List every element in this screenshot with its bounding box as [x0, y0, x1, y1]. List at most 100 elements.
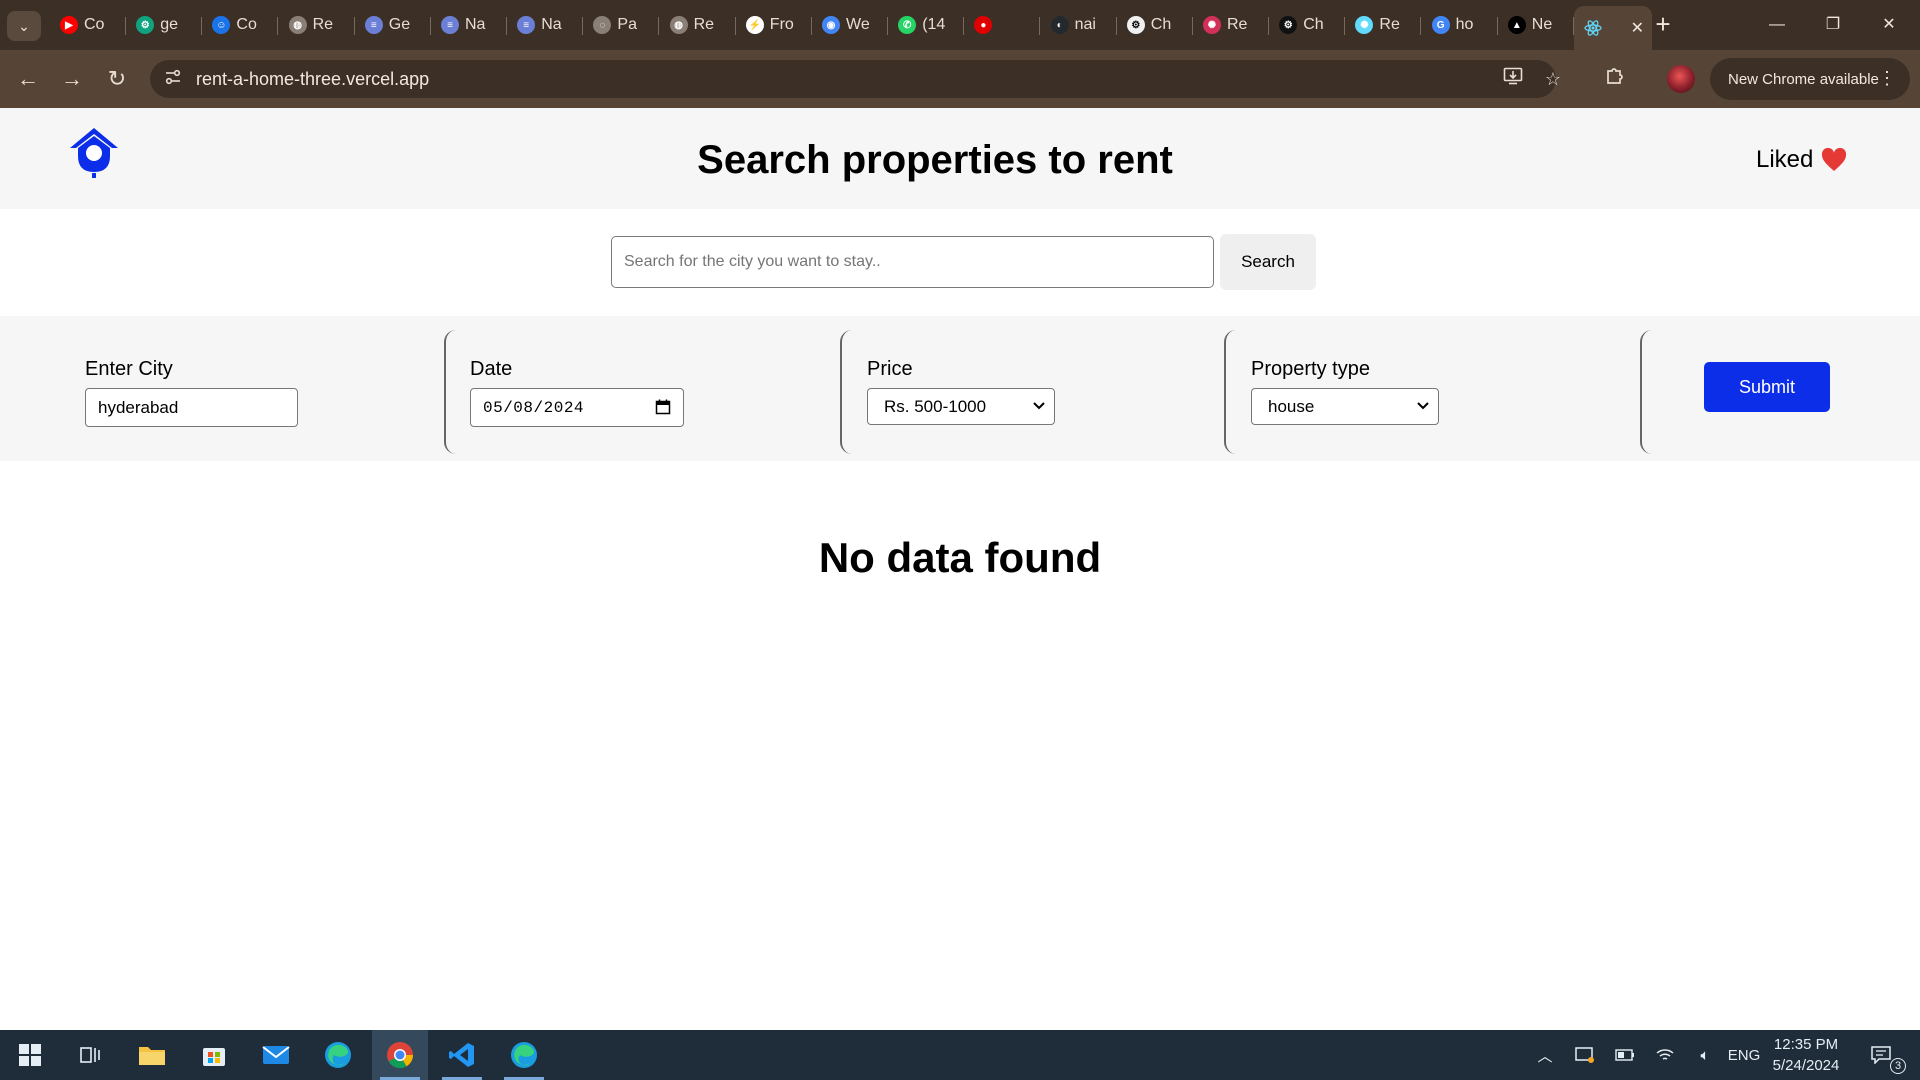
- browser-tab[interactable]: Gho: [1422, 8, 1498, 42]
- filter-bar: Enter City hyderabad Date 05/08/2024 Pri…: [0, 316, 1920, 461]
- browser-tab[interactable]: ✺ Re: [1193, 8, 1269, 42]
- browser-tab-label: Ge: [388, 16, 411, 33]
- browser-toolbar: ← → ↻ rent-a-home-three.vercel.app ☆ New…: [0, 50, 1920, 108]
- chrome-update-button[interactable]: New Chrome available ⋮: [1710, 58, 1910, 100]
- task-view-icon[interactable]: [62, 1030, 118, 1080]
- meet-now-icon[interactable]: [1570, 1030, 1600, 1080]
- wifi-icon[interactable]: [1650, 1030, 1680, 1080]
- windows-start-icon[interactable]: [2, 1030, 58, 1080]
- react-icon: ✺: [1355, 16, 1374, 34]
- browser-tab-label: Ch: [1303, 16, 1324, 33]
- address-bar[interactable]: rent-a-home-three.vercel.app ☆: [150, 60, 1561, 98]
- back-button[interactable]: ←: [12, 64, 44, 94]
- browser-tab[interactable]: ▶ Co: [50, 8, 126, 42]
- browser-tab-label: Na: [465, 16, 486, 33]
- notifications-icon[interactable]: [1866, 1030, 1896, 1080]
- site-info-icon[interactable]: [162, 68, 184, 90]
- submit-button[interactable]: Submit: [1704, 362, 1830, 412]
- calendar-icon[interactable]: [655, 399, 671, 415]
- filter-divider: [1224, 330, 1236, 454]
- url-text[interactable]: rent-a-home-three.vercel.app: [196, 69, 429, 90]
- github-icon: ◐: [1050, 16, 1069, 34]
- browser-tab[interactable]: ⚙ ge: [126, 8, 203, 42]
- mail-icon[interactable]: [248, 1030, 304, 1080]
- clock-time: 12:35 PM: [1773, 1036, 1839, 1053]
- battery-icon[interactable]: [1610, 1030, 1640, 1080]
- property-type-value: house: [1268, 396, 1315, 416]
- bookmark-star-icon[interactable]: ☆: [1540, 67, 1566, 91]
- contacts-icon: ☺: [212, 16, 231, 34]
- city-search-input[interactable]: [611, 236, 1214, 288]
- browser-tab[interactable]: ◐ nai: [1041, 8, 1117, 42]
- browser-tab[interactable]: ◉ We: [812, 8, 888, 42]
- chevron-down-icon: [1417, 402, 1429, 410]
- volume-icon[interactable]: 🔈︎: [1690, 1030, 1720, 1080]
- price-select[interactable]: Rs. 500-1000: [867, 388, 1055, 425]
- browser-tab-label: Ne: [1531, 16, 1553, 33]
- browser-tab-label: ho: [1455, 16, 1474, 33]
- browser-tab-strip: ⌄ ▶ Co ⚙ ge ☺ Co ◍ Re ≡ Ge ≡ Na ≡ Na ◌ Pa ◍ Re ⚡ Fro ◉ We ✆ (14…: [0, 0, 1920, 50]
- browser-tab[interactable]: ≡ Ge: [355, 8, 431, 42]
- browser-tab[interactable]: ◍ Re: [279, 8, 355, 42]
- globe-icon: ◍: [669, 16, 688, 34]
- whatsapp-icon: ✆: [898, 16, 917, 34]
- browser-tab[interactable]: ☺ Co: [202, 8, 279, 42]
- minimize-button[interactable]: —: [1754, 10, 1800, 40]
- tab-search-button[interactable]: ⌄: [7, 11, 41, 41]
- new-tab-button[interactable]: +: [1648, 10, 1678, 40]
- restore-button[interactable]: ❐: [1810, 10, 1856, 40]
- file-explorer-icon[interactable]: [124, 1030, 180, 1080]
- date-field[interactable]: 05/08/2024: [470, 388, 684, 427]
- gemini-icon: ≡: [517, 16, 536, 34]
- chrome-icon[interactable]: [372, 1030, 428, 1080]
- search-button[interactable]: Search: [1220, 234, 1316, 290]
- edge-icon[interactable]: [310, 1030, 366, 1080]
- more-menu-icon[interactable]: ⋮: [1878, 68, 1896, 89]
- price-value: Rs. 500-1000: [884, 396, 987, 416]
- filter-divider: [840, 330, 852, 454]
- city-label: Enter City: [85, 358, 173, 380]
- close-tab-icon[interactable]: ✕: [1631, 18, 1644, 38]
- browser-tab[interactable]: ✆ (14: [888, 8, 965, 42]
- record-icon: ●: [974, 16, 993, 34]
- browser-tab[interactable]: ⚙ Ch: [1117, 8, 1193, 42]
- liked-link[interactable]: Liked: [1756, 146, 1847, 174]
- gemini-icon: ≡: [364, 16, 383, 34]
- tab-active[interactable]: ✕: [1574, 6, 1652, 50]
- browser-tab[interactable]: ⚡ Fro: [736, 8, 812, 42]
- notification-count-badge: 3: [1890, 1058, 1906, 1074]
- browser-tab[interactable]: ✺ Re: [1345, 8, 1422, 42]
- empty-results-message: No data found: [818, 534, 1102, 581]
- google-icon: G: [1431, 16, 1450, 34]
- browser-tab-label: Re: [693, 16, 715, 33]
- clock-date: 5/24/2024: [1772, 1057, 1840, 1074]
- browser-tab[interactable]: ▲ Ne: [1498, 8, 1574, 42]
- browser-tab-label: (14: [922, 16, 946, 33]
- profile-avatar[interactable]: [1667, 65, 1695, 93]
- browser-tab[interactable]: ●: [964, 8, 1041, 42]
- browser-tab-label: Co: [236, 16, 257, 33]
- vercel-icon: ▲: [1507, 16, 1526, 34]
- reload-button[interactable]: ↻: [101, 64, 133, 94]
- browser-tab[interactable]: ◌ Pa: [583, 8, 660, 42]
- vscode-icon[interactable]: [434, 1030, 490, 1080]
- install-app-icon[interactable]: [1500, 67, 1526, 91]
- microsoft-store-icon[interactable]: [186, 1030, 242, 1080]
- city-field[interactable]: hyderabad: [85, 388, 298, 427]
- extensions-icon[interactable]: [1600, 64, 1630, 94]
- react-icon: [1584, 19, 1602, 37]
- show-hidden-icons-icon[interactable]: ︿: [1530, 1030, 1560, 1080]
- edge-icon[interactable]: [496, 1030, 552, 1080]
- browser-tab[interactable]: ◍ Re: [660, 8, 736, 42]
- system-clock[interactable]: 12:35 PM 5/24/2024: [1758, 1034, 1854, 1076]
- gemini-icon: ≡: [441, 16, 459, 34]
- browser-tab[interactable]: ≡ Na: [431, 8, 507, 42]
- property-type-label: Property type: [1251, 358, 1370, 380]
- browser-tab-label: ge: [160, 16, 178, 33]
- property-type-select[interactable]: house: [1251, 388, 1439, 425]
- close-window-button[interactable]: ✕: [1866, 10, 1912, 40]
- browser-tab[interactable]: ≡ Na: [507, 8, 584, 42]
- browser-tab[interactable]: ⚙ Ch: [1269, 8, 1346, 42]
- forward-button[interactable]: →: [56, 64, 88, 94]
- browser-tab-label: Pa: [617, 16, 637, 33]
